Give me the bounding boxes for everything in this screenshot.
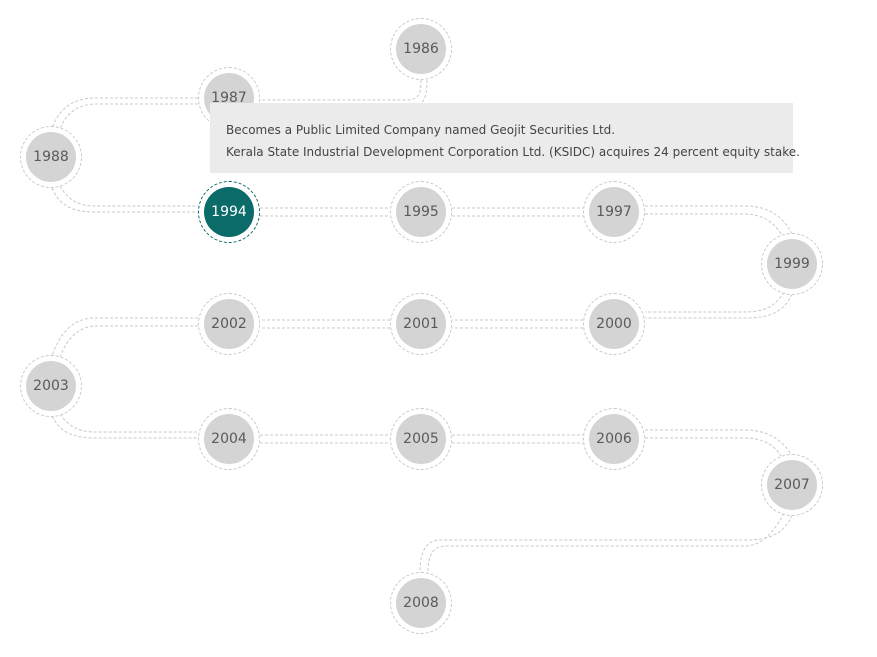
year-label: 2004	[204, 414, 254, 464]
year-label: 1994	[204, 187, 254, 237]
tooltip-line-2: Kerala State Industrial Development Corp…	[226, 145, 800, 159]
year-node-2002[interactable]: 2002	[198, 293, 260, 355]
year-node-2000[interactable]: 2000	[583, 293, 645, 355]
year-label: 2008	[396, 578, 446, 628]
year-label: 2002	[204, 299, 254, 349]
year-detail-tooltip: Becomes a Public Limited Company named G…	[210, 103, 800, 173]
year-node-2006[interactable]: 2006	[583, 408, 645, 470]
year-node-2005[interactable]: 2005	[390, 408, 452, 470]
year-node-2008[interactable]: 2008	[390, 572, 452, 634]
year-node-2007[interactable]: 2007	[761, 454, 823, 516]
year-label: 2007	[767, 460, 817, 510]
tooltip-line-1: Becomes a Public Limited Company named G…	[226, 123, 616, 137]
year-node-2003[interactable]: 2003	[20, 355, 82, 417]
timeline: 1986 1987 1988 1994 1995 1997 1999 2000 …	[0, 0, 877, 653]
year-label: 2003	[26, 361, 76, 411]
year-label: 1995	[396, 187, 446, 237]
year-label: 1988	[26, 132, 76, 182]
year-node-1995[interactable]: 1995	[390, 181, 452, 243]
year-label: 2005	[396, 414, 446, 464]
year-node-2001[interactable]: 2001	[390, 293, 452, 355]
year-node-1986[interactable]: 1986	[390, 18, 452, 80]
year-label: 1999	[767, 239, 817, 289]
year-label: 1997	[589, 187, 639, 237]
year-node-1988[interactable]: 1988	[20, 126, 82, 188]
year-label: 1986	[396, 24, 446, 74]
year-node-2004[interactable]: 2004	[198, 408, 260, 470]
year-node-1999[interactable]: 1999	[761, 233, 823, 295]
year-label: 2001	[396, 299, 446, 349]
year-label: 2000	[589, 299, 639, 349]
year-label: 2006	[589, 414, 639, 464]
year-node-1994[interactable]: 1994	[198, 181, 260, 243]
year-node-1997[interactable]: 1997	[583, 181, 645, 243]
